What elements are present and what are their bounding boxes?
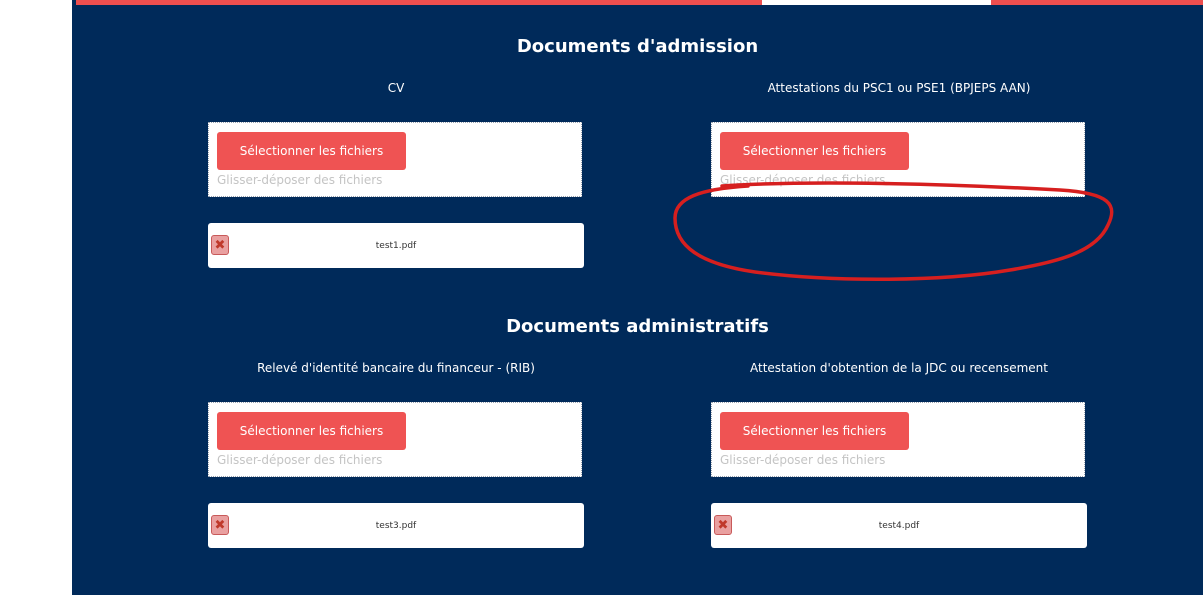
remove-file-button[interactable]: ✖ <box>714 515 732 535</box>
close-icon: ✖ <box>214 517 226 533</box>
section-title-administratifs: Documents administratifs <box>506 316 769 337</box>
section-title-admission: Documents d'admission <box>516 36 759 57</box>
uploaded-file-item: test1.pdf ✖ <box>208 223 584 268</box>
remove-file-button[interactable]: ✖ <box>211 235 229 255</box>
drop-hint: Glisser-déposer des fichiers <box>217 453 383 467</box>
uploaded-file-item: test3.pdf ✖ <box>208 503 584 548</box>
file-name: test1.pdf <box>375 240 417 251</box>
field-label-cv: CV <box>387 81 405 95</box>
field-label-jdc: Attestation d'obtention de la JDC ou rec… <box>750 361 1048 375</box>
uploaded-file-item: test4.pdf ✖ <box>711 503 1087 548</box>
dropzone-rib[interactable]: Sélectionner les fichiers Glisser-dépose… <box>208 402 582 477</box>
select-files-button[interactable]: Sélectionner les fichiers <box>217 132 406 170</box>
close-icon: ✖ <box>214 237 226 253</box>
dropzone-jdc[interactable]: Sélectionner les fichiers Glisser-dépose… <box>711 402 1085 477</box>
drop-hint: Glisser-déposer des fichiers <box>217 173 383 187</box>
field-label-psc1: Attestations du PSC1 ou PSE1 (BPJEPS AAN… <box>767 81 1031 95</box>
dropzone-psc1[interactable]: Sélectionner les fichiers Glisser-dépose… <box>711 122 1085 197</box>
remove-file-button[interactable]: ✖ <box>211 515 229 535</box>
select-files-button[interactable]: Sélectionner les fichiers <box>217 412 406 450</box>
field-label-rib: Relevé d'identité bancaire du financeur … <box>257 361 535 375</box>
close-icon: ✖ <box>717 517 729 533</box>
active-tab-indicator <box>762 0 991 5</box>
file-name: test4.pdf <box>878 520 920 531</box>
file-name: test3.pdf <box>375 520 417 531</box>
drop-hint: Glisser-déposer des fichiers <box>720 453 886 467</box>
select-files-button[interactable]: Sélectionner les fichiers <box>720 412 909 450</box>
dropzone-cv[interactable]: Sélectionner les fichiers Glisser-dépose… <box>208 122 582 197</box>
drop-hint: Glisser-déposer des fichiers <box>720 173 886 187</box>
top-tab-bar <box>76 0 1203 5</box>
select-files-button[interactable]: Sélectionner les fichiers <box>720 132 909 170</box>
